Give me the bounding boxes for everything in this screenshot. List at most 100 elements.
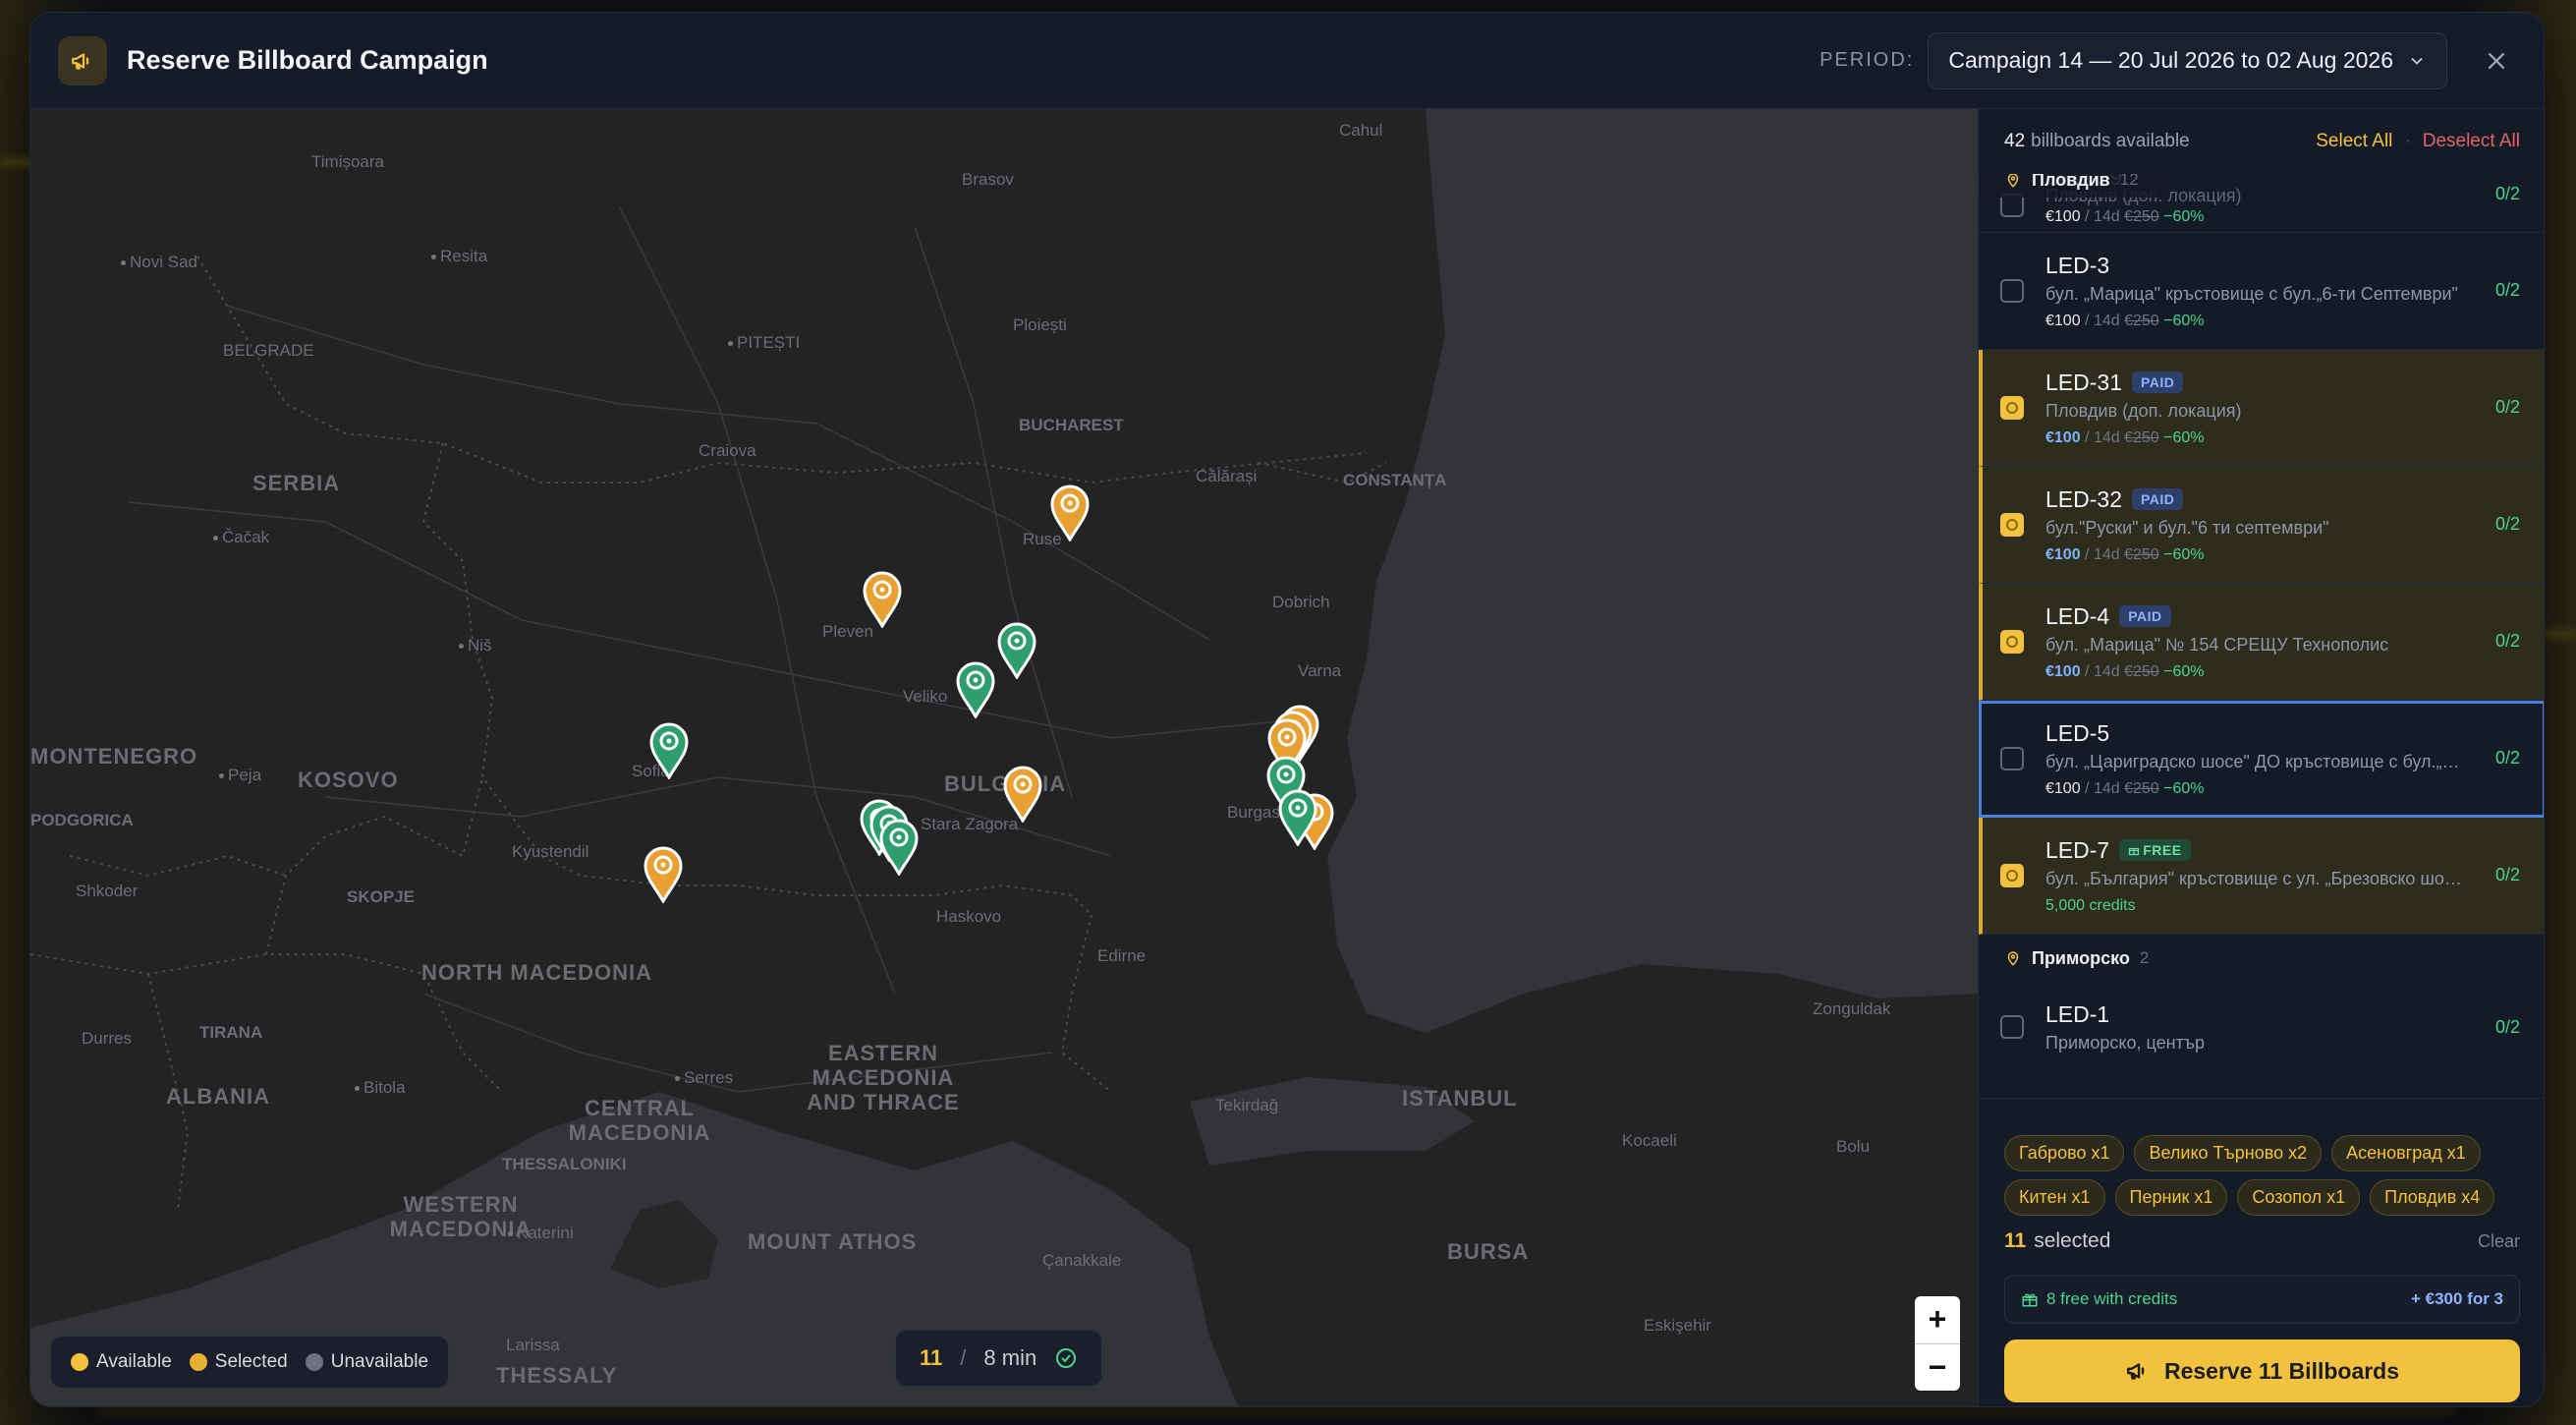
- paid-badge: PAID: [2119, 605, 2171, 627]
- selected-chip[interactable]: Китен x1: [2004, 1179, 2105, 1216]
- item-checkbox[interactable]: [2000, 747, 2024, 770]
- legend-dot-icon: [189, 1353, 207, 1371]
- group-count: 12: [2119, 174, 2139, 189]
- map-pin-selected-icon[interactable]: [1048, 483, 1092, 543]
- map-label-albania: ALBANIA: [166, 1084, 270, 1109]
- list-item[interactable]: LED-7 FREE бул. „България" кръстовище с у…: [1979, 818, 2544, 935]
- group-header-plovdiv: Пловдив 12: [1979, 174, 2164, 198]
- clear-button[interactable]: Clear: [2478, 1231, 2520, 1252]
- item-price: €100 / 14d €250 −60%: [2045, 546, 2205, 563]
- timer-count: 11: [920, 1345, 943, 1370]
- list-item[interactable]: LED-29 Пловдив (доп. локация) €100 / 14d…: [1979, 174, 2544, 233]
- item-count: 0/2: [2494, 514, 2520, 534]
- gift-icon: [2129, 847, 2140, 856]
- selected-chip[interactable]: Велико Търново x2: [2134, 1135, 2323, 1171]
- selected-chip[interactable]: Созопол x1: [2237, 1179, 2361, 1216]
- map-pin-available-icon[interactable]: [1276, 787, 1319, 848]
- item-credits: 5,000 credits: [2045, 897, 2136, 914]
- map-label-novisad: Novi Sad: [121, 253, 197, 272]
- list-item[interactable]: LED-4 PAID бул. „Марица" № 154 СРЕЩУ Техн…: [1979, 584, 2544, 701]
- reserve-button[interactable]: Reserve 11 Billboards: [2004, 1340, 2520, 1402]
- list-item[interactable]: LED-1 Приморско, център 0/2: [1979, 982, 2544, 1099]
- item-count: 0/2: [2494, 183, 2520, 203]
- item-address: бул."Руски" и бул."6 ти септември": [2045, 518, 2329, 538]
- selected-chip[interactable]: Габрово x1: [2004, 1135, 2125, 1171]
- zoom-out-button[interactable]: −: [1915, 1342, 1960, 1392]
- item-checkbox[interactable]: [2000, 513, 2024, 537]
- map-pin-selected-icon[interactable]: [861, 569, 904, 630]
- item-title: LED-5: [2045, 719, 2110, 746]
- item-checkbox[interactable]: [2000, 1015, 2024, 1039]
- period-select[interactable]: Campaign 14 — 20 Jul 2026 to 02 Aug 2026: [1928, 31, 2447, 89]
- map-view[interactable]: Cahul Timișoara Brasov Novi Sad Resita P…: [30, 109, 1978, 1406]
- map-pin-icon: [2007, 174, 2019, 188]
- item-checkbox[interactable]: [2000, 279, 2024, 303]
- legend-dot-icon: [71, 1353, 88, 1371]
- item-checkbox[interactable]: [2000, 630, 2024, 654]
- close-icon: [2488, 52, 2505, 69]
- item-price: €100 / 14d €250 −60%: [2045, 429, 2205, 446]
- map-label-bolu: Bolu: [1836, 1137, 1871, 1156]
- deselect-all-button[interactable]: Deselect All: [2423, 131, 2520, 152]
- selected-text: selected: [2034, 1229, 2111, 1252]
- timer-separator: /: [960, 1345, 967, 1370]
- map-label-centralmacedonia: CENTRAL MACEDONIA: [568, 1096, 711, 1145]
- separator-dot: ·: [2404, 131, 2411, 151]
- map-label-belgrade: BELGRADE: [223, 341, 314, 360]
- credits-note: 8 free with credits: [2021, 1289, 2177, 1309]
- selected-chips: Габрово x1 Велико Търново x2 Асеновград x1…: [2004, 1135, 2526, 1216]
- list-item[interactable]: LED-3 бул. „Марица" кръстовище с бул.„6-…: [1979, 233, 2544, 350]
- map-pin-available-icon[interactable]: [877, 817, 921, 878]
- list-item[interactable]: LED-31 PAID Пловдив (доп. локация) €100 /…: [1979, 350, 2544, 467]
- map-pin-available-icon[interactable]: [954, 659, 997, 720]
- list-item[interactable]: LED-5 бул. „Цариградско шосе" ДО кръстов…: [1979, 701, 2544, 818]
- item-price: €100 / 14d €250 −60%: [2045, 780, 2205, 797]
- map-pin-available-icon[interactable]: [995, 620, 1038, 681]
- select-all-button[interactable]: Select All: [2316, 131, 2392, 152]
- group-count: 2: [2139, 948, 2150, 967]
- map-pin-selected-icon[interactable]: [642, 844, 685, 905]
- map-label-timisoara: Timișoara: [311, 152, 384, 171]
- legend-available: Available: [71, 1351, 172, 1373]
- legend-unavailable: Unavailable: [305, 1351, 428, 1373]
- item-checkbox[interactable]: [2000, 396, 2024, 420]
- chevron-down-icon: [2411, 57, 2423, 65]
- map-label-constanta: CONSTANȚA: [1343, 471, 1447, 489]
- map-pin-available-icon[interactable]: [647, 720, 691, 781]
- selected-chip[interactable]: Пловдив x4: [2370, 1179, 2495, 1216]
- zoom-control: + −: [1915, 1296, 1960, 1391]
- item-price: €100 / 14d €250 −60%: [2045, 208, 2205, 225]
- map-label-pitesti: PITEȘTI: [728, 333, 800, 353]
- selected-count: 11: [2004, 1229, 2027, 1252]
- map-label-resita: Resita: [431, 247, 487, 266]
- selected-chip[interactable]: Перник x1: [2114, 1179, 2228, 1216]
- item-address: бул. „Марица" № 154 СРЕЩУ Технополис: [2045, 635, 2389, 655]
- map-label-serbia: SERBIA: [252, 471, 341, 495]
- map-label-varna: Varna: [1298, 661, 1342, 680]
- map-label-cacak: Čačak: [213, 528, 269, 547]
- modal-title: Reserve Billboard Campaign: [127, 45, 488, 75]
- map-label-dobrich: Dobrich: [1272, 593, 1330, 611]
- legend-selected: Selected: [189, 1351, 288, 1373]
- item-checkbox[interactable]: [2000, 864, 2024, 887]
- list-item[interactable]: LED-32 PAID бул."Руски" и бул."6 ти септе…: [1979, 467, 2544, 584]
- item-count: 0/2: [2494, 1017, 2520, 1037]
- reserve-campaign-modal: Reserve Billboard Campaign PERIOD: Campa…: [29, 12, 2545, 1407]
- modal-header: Reserve Billboard Campaign PERIOD: Campa…: [30, 13, 2544, 109]
- selected-chip[interactable]: Асеновград x1: [2331, 1135, 2481, 1171]
- group-name: Приморско: [2032, 947, 2130, 968]
- billboard-list[interactable]: LED-29 Пловдив (доп. локация) €100 / 14d…: [1979, 174, 2544, 1110]
- close-button[interactable]: [2477, 41, 2516, 81]
- map-label-podgorica: PODGORICA: [30, 811, 134, 829]
- map-label-istanbul: ISTANBUL: [1402, 1086, 1518, 1111]
- zoom-in-button[interactable]: +: [1915, 1296, 1960, 1343]
- map-label-eskisehir: Eskişehir: [1644, 1316, 1711, 1335]
- map-pin-selected-icon[interactable]: [1001, 764, 1044, 825]
- map-label-mountathos: MOUNT ATHOS: [748, 1229, 918, 1254]
- item-address: Пловдив (доп. локация): [2045, 401, 2242, 421]
- map-label-northmacedonia: NORTH MACEDONIA: [421, 960, 652, 985]
- gift-icon: [2022, 1293, 2038, 1307]
- map-label-thessaly: THESSALY: [496, 1363, 618, 1388]
- map-label-durres: Durres: [82, 1029, 133, 1048]
- credits-summary: 8 free with credits + €300 for 3: [2004, 1275, 2520, 1324]
